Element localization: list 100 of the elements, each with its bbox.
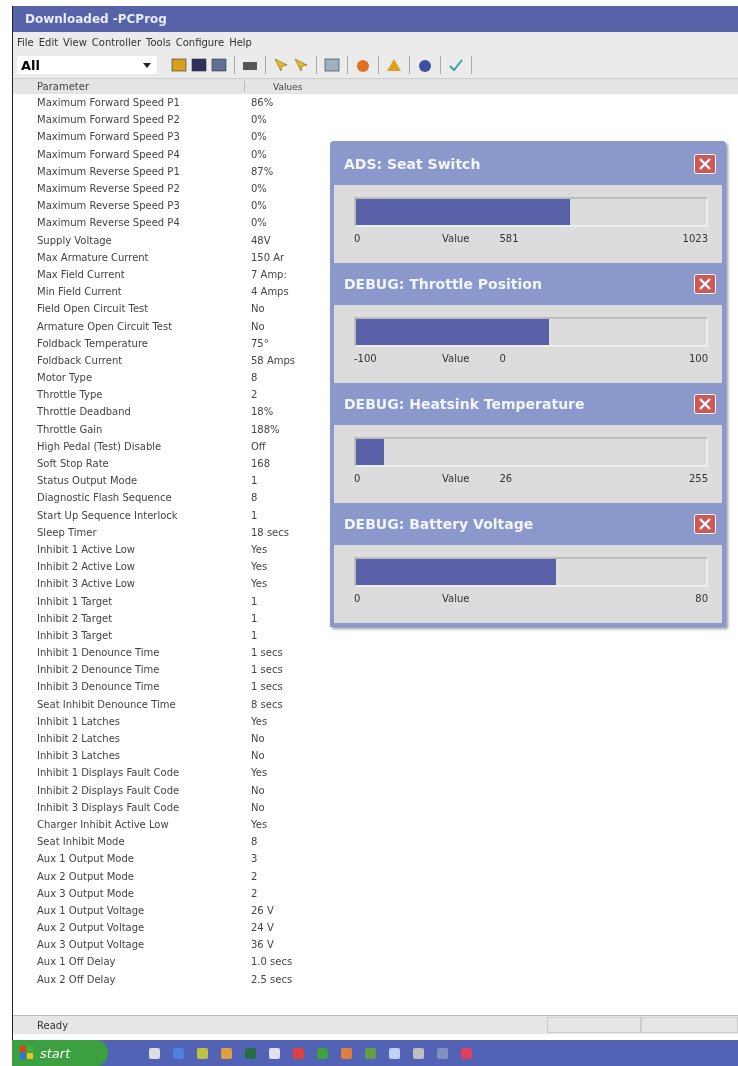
toolbar-icon[interactable] (417, 57, 433, 73)
value-label: Value (442, 232, 470, 244)
parameter-name: Aux 3 Output Voltage (36, 939, 146, 951)
quick-launch-icon[interactable] (364, 1046, 377, 1060)
parameter-name: Inhibit 3 Active Low (36, 578, 136, 590)
parameter-value: 8 (250, 492, 258, 504)
parameter-name: Inhibit 3 Latches (36, 750, 121, 762)
menu-item[interactable]: View (63, 36, 87, 48)
windows-flag-icon (20, 1046, 34, 1060)
scale-max: 1023 (682, 232, 708, 244)
close-icon[interactable] (694, 394, 716, 414)
parameter-name: Throttle Deadband (36, 406, 132, 418)
menu-item[interactable]: File (17, 36, 34, 48)
parameter-name: Inhibit 1 Active Low (36, 543, 136, 555)
quick-launch-icon[interactable] (148, 1046, 161, 1060)
parameter-name: Armature Open Circuit Test (36, 320, 174, 332)
scale-min: 0 (354, 232, 362, 244)
scale-max: 80 (695, 592, 708, 604)
parameter-value: 2 (250, 887, 258, 899)
quick-launch-icon[interactable] (340, 1046, 353, 1060)
parameter-value: 4 Amps (250, 286, 289, 298)
column-header[interactable]: Values (245, 81, 303, 92)
parameter-value: 18 secs (250, 526, 289, 538)
parameter-value: Yes (250, 578, 268, 590)
parameter-value: Off (250, 440, 266, 452)
parameter-value: Yes (250, 543, 268, 555)
toolbar-icon[interactable] (211, 57, 227, 73)
value-reading: 26 (499, 472, 513, 484)
menu-item[interactable]: Help (229, 36, 252, 48)
parameter-name: Start Up Sequence Interlock (36, 509, 179, 521)
parameter-name: High Pedal (Test) Disable (36, 440, 163, 452)
parameter-name: Seat Inhibit Denounce Time (36, 698, 177, 710)
quick-launch-icon[interactable] (412, 1046, 425, 1060)
parameter-value: 0% (250, 217, 267, 229)
quick-launch-icon[interactable] (436, 1046, 449, 1060)
monitor-title: DEBUG: Battery Voltage (344, 516, 534, 532)
parameter-value: 86% (250, 97, 274, 109)
parameter-name: Throttle Gain (36, 423, 104, 435)
parameter-name: Aux 1 Output Mode (36, 853, 135, 865)
parameter-name: Maximum Reverse Speed P1 (36, 165, 181, 177)
parameter-name: Inhibit 2 Active Low (36, 561, 136, 573)
parameter-value: 75° (250, 337, 269, 349)
menu-item[interactable]: Controller (91, 36, 142, 48)
menu-item[interactable]: Configure (175, 36, 225, 48)
value-label: Value (442, 592, 470, 604)
parameter-name: Inhibit 3 Displays Fault Code (36, 801, 181, 813)
parameter-name: Aux 2 Off Delay (36, 973, 117, 985)
quick-launch-icon[interactable] (268, 1046, 281, 1060)
parameter-value: 2 (250, 870, 258, 882)
quick-launch-icon[interactable] (388, 1046, 401, 1060)
parameter-value: Yes (250, 818, 268, 830)
parameter-value: 0% (250, 131, 267, 143)
parameter-name: Max Armature Current (36, 251, 150, 263)
parameter-value: No (250, 784, 265, 796)
parameter-name: Status Output Mode (36, 475, 139, 487)
parameter-name: Maximum Forward Speed P2 (36, 114, 181, 126)
toolbar-icon[interactable] (191, 57, 207, 73)
parameter-value: 0% (250, 200, 267, 212)
menu-item[interactable]: Edit (38, 36, 59, 48)
parameter-value: 1 secs (250, 681, 283, 693)
parameter-name: Supply Voltage (36, 234, 113, 246)
parameter-name: Inhibit 2 Denounce Time (36, 664, 161, 676)
parameter-name: Inhibit 2 Latches (36, 733, 121, 745)
parameter-value: 2 (250, 389, 258, 401)
parameter-value: 150 Ar (250, 251, 285, 263)
parameter-name: Max Field Current (36, 268, 126, 280)
close-icon[interactable] (694, 154, 716, 174)
parameter-value: 48V (250, 234, 271, 246)
parameter-name: Sleep Timer (36, 526, 98, 538)
filter-dropdown[interactable]: All (17, 56, 157, 74)
parameter-value: 0% (250, 183, 267, 195)
parameter-value: 1 (250, 612, 258, 624)
parameter-name: Charger Inhibit Active Low (36, 818, 170, 830)
parameter-name: Inhibit 2 Displays Fault Code (36, 784, 181, 796)
parameter-value: 26 V (250, 904, 274, 916)
parameter-name: Aux 2 Output Voltage (36, 922, 146, 934)
value-reading: 581 (499, 232, 519, 244)
close-icon[interactable] (694, 514, 716, 534)
parameter-name: Maximum Forward Speed P4 (36, 148, 181, 160)
parameter-value: No (250, 320, 265, 332)
parameter-value: 58 Amps (250, 354, 296, 366)
parameter-value: No (250, 801, 265, 813)
menu-item[interactable]: Tools (146, 36, 171, 48)
parameter-name: Diagnostic Flash Sequence (36, 492, 173, 504)
quick-launch-icon[interactable] (196, 1046, 209, 1060)
scale-min: -100 (354, 352, 378, 364)
parameter-name: Maximum Forward Speed P1 (36, 97, 181, 109)
column-header[interactable]: Parameter (13, 81, 245, 92)
value-reading: 0 (499, 352, 506, 364)
parameter-name: Inhibit 3 Denounce Time (36, 681, 161, 693)
parameter-name: Maximum Reverse Speed P4 (36, 217, 181, 229)
quick-launch-icon[interactable] (220, 1046, 233, 1060)
parameter-value: Yes (250, 561, 268, 573)
parameter-value: Yes (250, 715, 268, 727)
parameter-value: 87% (250, 165, 274, 177)
close-icon[interactable] (694, 274, 716, 294)
scale-min: 0 (354, 472, 362, 484)
parameter-name: Foldback Temperature (36, 337, 149, 349)
parameter-name: Field Open Circuit Test (36, 303, 150, 315)
parameter-name: Aux 2 Output Mode (36, 870, 135, 882)
